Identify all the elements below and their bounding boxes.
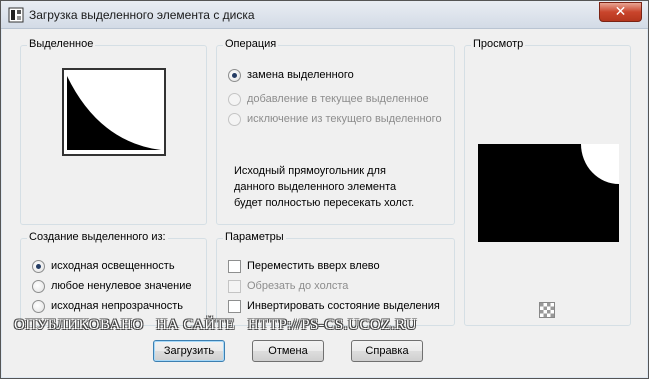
load-button[interactable]: Загрузить xyxy=(153,340,225,362)
operation-option-subtract[interactable]: исключение из текущего выделенного xyxy=(228,111,442,127)
radio-button[interactable] xyxy=(32,279,45,293)
option-label: Переместить вверх влево xyxy=(247,260,380,272)
option-label: Обрезать до холста xyxy=(247,280,349,292)
param-move-top-left[interactable]: Переместить вверх влево xyxy=(228,258,380,274)
param-crop-to-canvas[interactable]: Обрезать до холста xyxy=(228,278,348,294)
help-button[interactable]: Справка xyxy=(351,340,423,362)
operation-group: Операция замена выделенного добавление в… xyxy=(216,38,455,225)
option-label: замена выделенного xyxy=(247,69,354,81)
param-invert-selection[interactable]: Инвертировать состояние выделения xyxy=(228,298,440,314)
create-from-group-label: Создание выделенного из: xyxy=(27,231,168,243)
params-group-label: Параметры xyxy=(223,231,286,243)
create-from-option-nonzero[interactable]: любое ненулевое значение xyxy=(32,278,192,294)
radio-button[interactable] xyxy=(32,259,45,273)
operation-group-label: Операция xyxy=(223,38,279,50)
dialog-window: Загрузка выделенного элемента с диска ✕ … xyxy=(0,0,649,379)
app-icon xyxy=(8,7,24,23)
selection-shape xyxy=(64,70,164,154)
option-label: любое ненулевое значение xyxy=(51,280,192,292)
option-label: Инвертировать состояние выделения xyxy=(247,300,440,312)
operation-option-replace[interactable]: замена выделенного xyxy=(228,67,354,83)
close-button[interactable]: ✕ xyxy=(599,2,642,22)
selection-group-label: Выделенное xyxy=(27,38,96,50)
option-label: исключение из текущего выделенного xyxy=(247,113,442,125)
radio-button[interactable] xyxy=(32,299,45,313)
selection-thumbnail xyxy=(62,68,166,156)
radio-button[interactable] xyxy=(228,92,241,106)
window-title: Загрузка выделенного элемента с диска xyxy=(29,8,255,22)
cancel-button[interactable]: Отмена xyxy=(252,340,324,362)
preview-group-label: Просмотр xyxy=(471,38,526,50)
create-from-option-luminance[interactable]: исходная освещенность xyxy=(32,258,175,274)
preview-canvas xyxy=(478,144,619,242)
radio-button[interactable] xyxy=(228,68,241,82)
option-label: исходная непрозрачность xyxy=(51,300,184,312)
watermark-text: ОПУБЛИКОВАНО НА САЙТЕ HTTP://PS-CS.UCOZ.… xyxy=(14,317,417,333)
selection-group: Выделенное xyxy=(20,38,207,225)
checkbox[interactable] xyxy=(228,259,241,273)
preview-group: Просмотр xyxy=(464,38,631,326)
transparency-checker-icon[interactable] xyxy=(539,302,555,318)
checkbox[interactable] xyxy=(228,279,241,293)
option-label: исходная освещенность xyxy=(51,260,175,272)
operation-info-text: Исходный прямоугольник для данного выдел… xyxy=(234,165,415,209)
checkbox[interactable] xyxy=(228,299,241,313)
create-from-group: Создание выделенного из: исходная освеще… xyxy=(20,231,207,326)
create-from-option-opacity[interactable]: исходная непрозрачность xyxy=(32,298,183,314)
title-bar[interactable]: Загрузка выделенного элемента с диска ✕ xyxy=(1,1,648,29)
operation-option-add[interactable]: добавление в текущее выделенное xyxy=(228,91,429,107)
option-label: добавление в текущее выделенное xyxy=(247,93,429,105)
params-group: Параметры Переместить вверх влево Обреза… xyxy=(216,231,455,326)
radio-button[interactable] xyxy=(228,112,241,126)
close-icon: ✕ xyxy=(614,4,627,20)
